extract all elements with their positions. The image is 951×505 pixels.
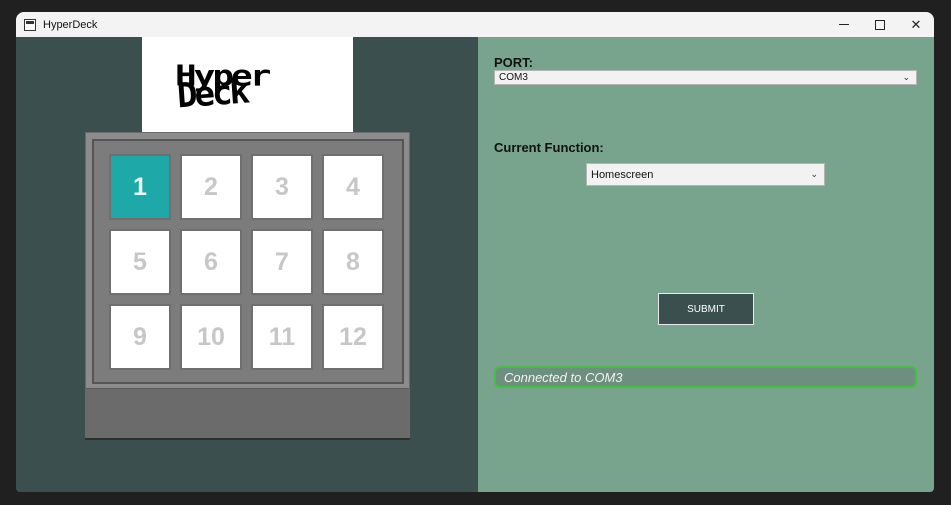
hyperdeck-logo: Hyper Deck [142,37,353,132]
maximize-icon [875,19,885,30]
key-10[interactable]: 10 [180,304,242,370]
macro-pad-device: 1 2 3 4 5 6 7 8 9 10 11 12 [85,132,410,438]
window-controls: ✕ [826,12,934,37]
window-title: HyperDeck [43,18,98,31]
chevron-down-icon: ⌄ [902,71,910,82]
key-5[interactable]: 5 [109,229,171,295]
title-bar: HyperDeck ✕ [16,12,934,37]
app-icon [24,18,36,31]
minimize-icon [839,24,849,25]
right-panel: PORT: COM3 ⌄ Current Function: Homescree… [478,37,934,492]
key-9[interactable]: 9 [109,304,171,370]
key-1[interactable]: 1 [109,154,171,220]
port-select[interactable]: COM3 ⌄ [494,70,917,85]
key-2[interactable]: 2 [180,154,242,220]
current-function-label: Current Function: [494,140,604,155]
key-11[interactable]: 11 [251,304,313,370]
key-6[interactable]: 6 [180,229,242,295]
close-button[interactable]: ✕ [898,12,934,37]
left-panel: Hyper Deck 1 2 3 4 5 6 7 8 9 10 11 12 [16,37,478,492]
function-value: Homescreen [591,168,654,181]
minimize-button[interactable] [826,12,862,37]
key-7[interactable]: 7 [251,229,313,295]
app-window: HyperDeck ✕ Hyper Deck 1 2 3 4 5 6 7 8 9… [16,12,934,492]
maximize-button[interactable] [862,12,898,37]
close-icon: ✕ [910,16,922,32]
chevron-down-icon: ⌄ [810,168,818,179]
function-select[interactable]: Homescreen ⌄ [586,163,825,186]
key-grid: 1 2 3 4 5 6 7 8 9 10 11 12 [92,139,404,384]
submit-button[interactable]: SUBMIT [658,293,754,325]
connection-status: Connected to COM3 [494,366,917,388]
key-12[interactable]: 12 [322,304,384,370]
device-base [86,388,409,437]
key-3[interactable]: 3 [251,154,313,220]
key-4[interactable]: 4 [322,154,384,220]
key-8[interactable]: 8 [322,229,384,295]
logo-line-2: Deck [175,71,249,117]
port-label: PORT: [494,55,533,70]
port-value: COM3 [499,72,528,83]
